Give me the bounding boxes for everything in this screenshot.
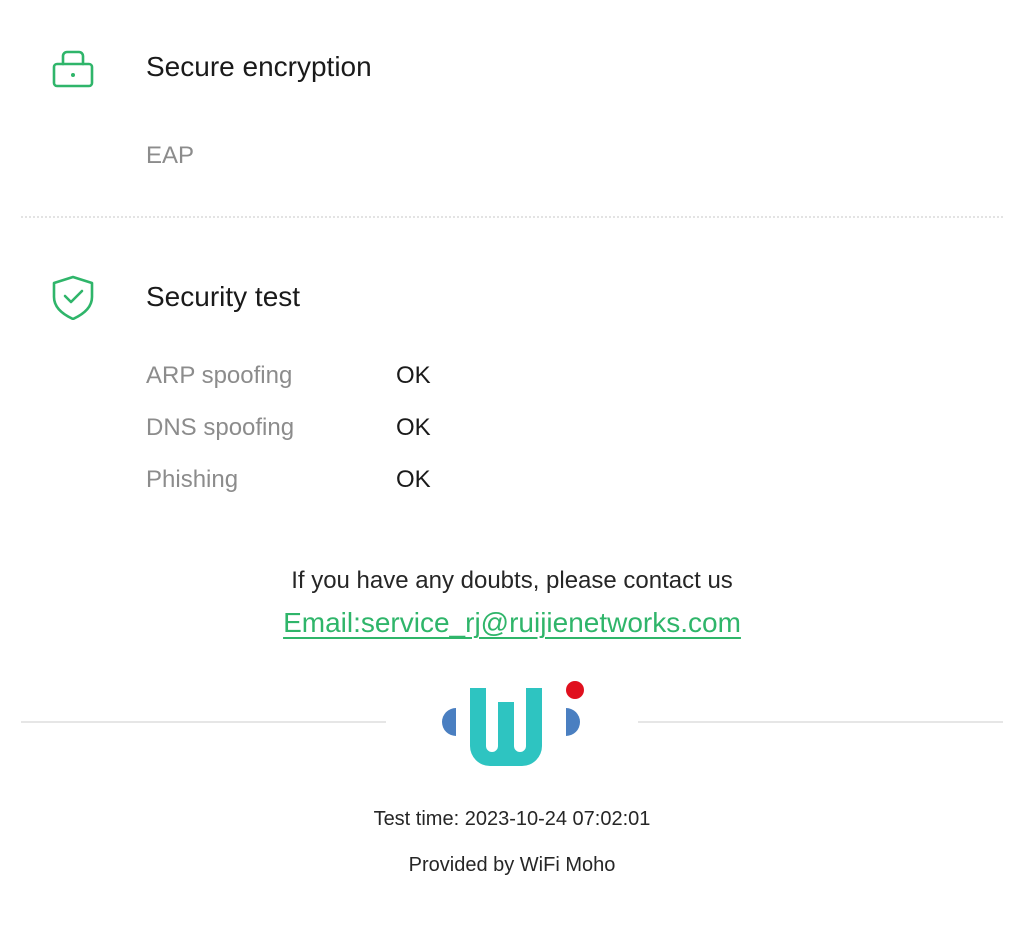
security-test-title: Security test — [146, 281, 301, 312]
encryption-section: Secure encryption EAP — [0, 0, 1024, 216]
dns-spoofing-label: DNS spoofing — [146, 414, 295, 441]
email-link[interactable]: Email:service_rj@ruijienetworks.com — [283, 607, 741, 638]
arp-spoofing-status: OK — [396, 362, 431, 389]
encryption-type-value: EAP — [146, 142, 195, 169]
wifi-moho-logo — [442, 681, 584, 766]
test-time: Test time: 2023-10-24 07:02:01 — [373, 808, 651, 830]
section-divider — [21, 216, 1003, 218]
lock-icon — [52, 50, 94, 88]
shield-check-icon — [52, 275, 94, 320]
logo-divider-left — [21, 721, 386, 723]
security-test-section: Security test ARP spoofing OK DNS spoofi… — [0, 250, 1024, 520]
contact-message: If you have any doubts, please contact u… — [291, 567, 733, 594]
provided-by: Provided by WiFi Moho — [408, 854, 616, 876]
phishing-status: OK — [396, 466, 431, 493]
logo-divider-right — [638, 721, 1003, 723]
encryption-title: Secure encryption — [146, 51, 372, 82]
arp-spoofing-label: ARP spoofing — [146, 362, 293, 389]
email-link-wrapper: Email:service_rj@ruijienetworks.com — [0, 607, 1024, 639]
phishing-label: Phishing — [146, 466, 239, 493]
dns-spoofing-status: OK — [396, 414, 431, 441]
